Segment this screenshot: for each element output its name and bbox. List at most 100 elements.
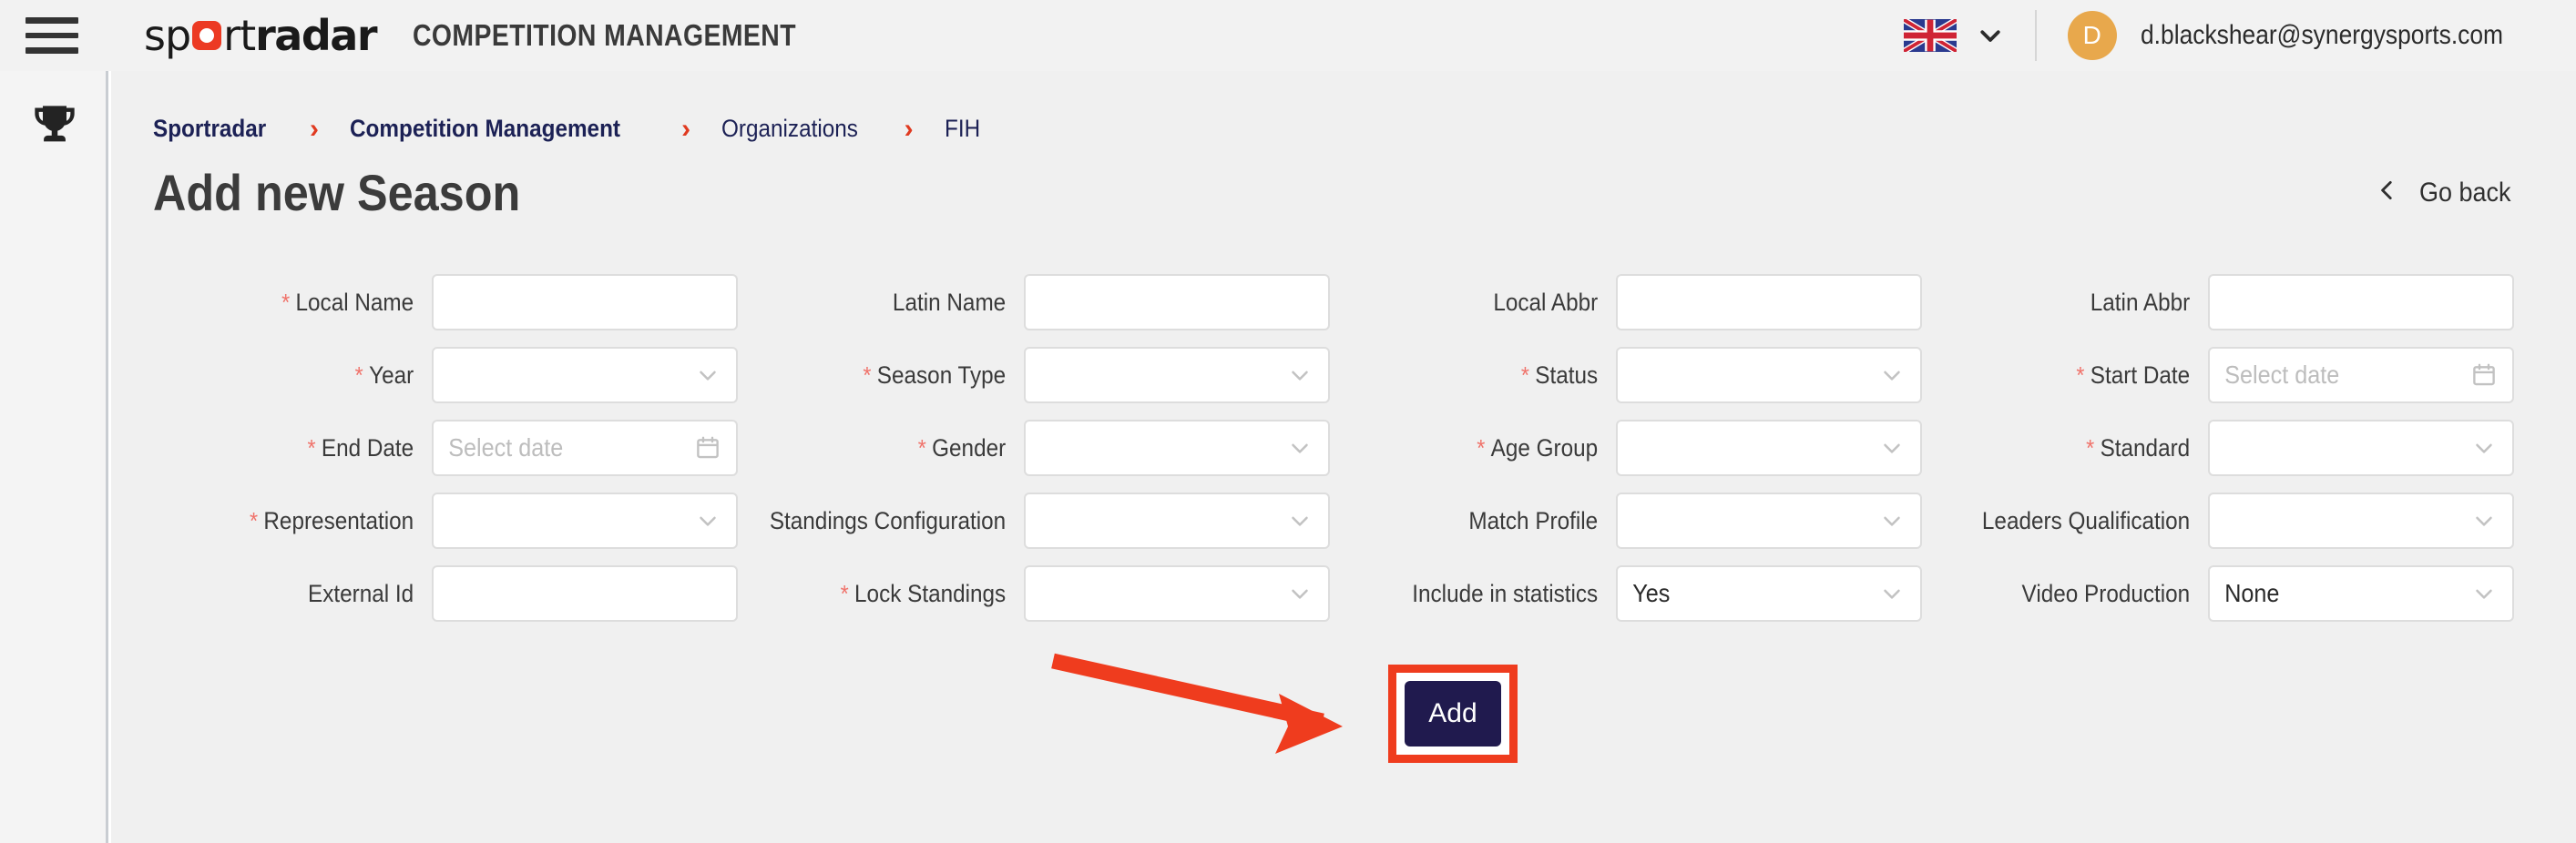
required-asterisk: *: [917, 433, 926, 462]
label-standard: * Standard: [1950, 434, 2208, 462]
label-text: End Date: [321, 433, 414, 462]
page-header-row: Add new Season Go back: [153, 163, 2534, 222]
season-form: * Local Name Latin Name Local Abbr Latin Abb…: [111, 266, 2576, 630]
select-include-in-statistics[interactable]: Yes: [1616, 565, 1922, 622]
form-field-gender: * Gender: [738, 420, 1330, 476]
breadcrumb-item-fih: FIH: [944, 115, 980, 142]
input-latin-name[interactable]: [1024, 274, 1330, 330]
required-asterisk: *: [281, 288, 291, 316]
form-row: * Year * Season Type * Status * Start Date Selec…: [146, 339, 2541, 411]
label-text: Latin Name: [892, 288, 1007, 316]
select-season-type[interactable]: [1024, 347, 1330, 403]
user-email: d.blackshear@synergysports.com: [2140, 20, 2503, 50]
chevron-down-icon[interactable]: [1286, 507, 1314, 534]
add-button[interactable]: Add: [1405, 681, 1501, 747]
label-text: Match Profile: [1468, 506, 1599, 534]
form-field-status: * Status: [1330, 347, 1922, 403]
select-video-production[interactable]: None: [2208, 565, 2514, 622]
calendar-icon[interactable]: [694, 434, 721, 462]
chevron-down-icon[interactable]: [2470, 434, 2498, 462]
label-text: Latin Abbr: [2090, 288, 2191, 316]
user-menu[interactable]: D d.blackshear@synergysports.com: [2037, 11, 2576, 60]
breadcrumb-item-competition-management[interactable]: Competition Management: [350, 115, 620, 143]
sportradar-logo[interactable]: sp rt radar: [144, 11, 378, 60]
hamburger-icon[interactable]: [26, 17, 78, 55]
breadcrumb-item-sportradar[interactable]: Sportradar: [153, 115, 266, 143]
form-row: * Representation Standings Configuration Ma…: [146, 484, 2541, 557]
sidebar: [0, 71, 108, 843]
required-asterisk: *: [307, 433, 316, 462]
form-field-age-group: * Age Group: [1330, 420, 1922, 476]
form-field-year: * Year: [146, 347, 738, 403]
form-field-lock-standings: * Lock Standings: [738, 565, 1330, 622]
red-arrow-annotation: [1051, 653, 1343, 754]
select-match-profile[interactable]: [1616, 493, 1922, 549]
input-latin-abbr[interactable]: [2208, 274, 2514, 330]
chevron-down-icon[interactable]: [694, 507, 721, 534]
chevron-down-icon[interactable]: [1878, 361, 1906, 389]
label-end-date: * End Date: [174, 434, 432, 462]
datepicker-end-date[interactable]: Select date: [432, 420, 738, 476]
label-latin-abbr: Latin Abbr: [1950, 289, 2208, 317]
app-header: sp rt radar COMPETITION MANAGEMENT D d.b…: [0, 0, 2576, 71]
chevron-down-icon[interactable]: [1286, 434, 1314, 462]
label-video-production: Video Production: [1950, 580, 2208, 608]
sidebar-item-competitions[interactable]: [0, 71, 108, 180]
label-gender: * Gender: [766, 434, 1024, 462]
label-lock-standings: * Lock Standings: [766, 580, 1024, 608]
input-local-name[interactable]: [432, 274, 738, 330]
logo-dot-icon: [192, 21, 222, 50]
input-local-abbr[interactable]: [1616, 274, 1922, 330]
label-latin-name: Latin Name: [766, 289, 1024, 317]
required-asterisk: *: [1520, 361, 1530, 389]
go-back-button[interactable]: Go back: [2376, 177, 2534, 208]
value-include-in-statistics: Yes: [1632, 579, 1671, 607]
label-text: Year: [369, 361, 414, 389]
chevron-down-icon[interactable]: [2470, 507, 2498, 534]
select-status[interactable]: [1616, 347, 1922, 403]
select-standings-configuration[interactable]: [1024, 493, 1330, 549]
chevron-down-icon[interactable]: [1878, 507, 1906, 534]
label-include-in-statistics: Include in statistics: [1358, 580, 1616, 608]
input-external-id[interactable]: [432, 565, 738, 622]
label-text: Local Name: [295, 288, 414, 316]
hamburger-bar: [26, 32, 78, 39]
chevron-down-icon[interactable]: [2470, 580, 2498, 607]
select-representation[interactable]: [432, 493, 738, 549]
chevron-right-icon: ›: [904, 113, 914, 144]
hamburger-bar: [26, 47, 78, 55]
select-gender[interactable]: [1024, 420, 1330, 476]
chevron-right-icon: ›: [681, 113, 691, 144]
chevron-left-icon: [2376, 177, 2399, 208]
chevron-down-icon[interactable]: [694, 361, 721, 389]
form-field-standings-configuration: Standings Configuration: [738, 493, 1330, 549]
label-start-date: * Start Date: [1950, 361, 2208, 390]
datepicker-start-date[interactable]: Select date: [2208, 347, 2514, 403]
label-text: Leaders Qualification: [1981, 506, 2191, 534]
form-field-match-profile: Match Profile: [1330, 493, 1922, 549]
form-field-end-date: * End Date Select date: [146, 420, 738, 476]
label-text: Include in statistics: [1412, 579, 1599, 607]
label-text: Gender: [932, 433, 1007, 462]
chevron-down-icon[interactable]: [1878, 580, 1906, 607]
form-field-external-id: External Id: [146, 565, 738, 622]
required-asterisk: *: [354, 361, 363, 389]
trophy-icon: [31, 102, 78, 149]
select-leaders-qualification[interactable]: [2208, 493, 2514, 549]
chevron-down-icon[interactable]: [1286, 580, 1314, 607]
select-standard[interactable]: [2208, 420, 2514, 476]
select-age-group[interactable]: [1616, 420, 1922, 476]
uk-flag-icon: [1903, 19, 1957, 52]
label-year: * Year: [174, 361, 432, 390]
chevron-down-icon[interactable]: [1878, 434, 1906, 462]
select-year[interactable]: [432, 347, 738, 403]
avatar: D: [2067, 11, 2117, 60]
label-age-group: * Age Group: [1358, 434, 1616, 462]
calendar-icon[interactable]: [2470, 361, 2498, 389]
select-lock-standings[interactable]: [1024, 565, 1330, 622]
label-text: Standings Configuration: [769, 506, 1007, 534]
label-text: Representation: [263, 506, 414, 534]
breadcrumb-item-organizations[interactable]: Organizations: [721, 115, 858, 143]
chevron-down-icon[interactable]: [1286, 361, 1314, 389]
language-selector[interactable]: [1903, 19, 2035, 52]
